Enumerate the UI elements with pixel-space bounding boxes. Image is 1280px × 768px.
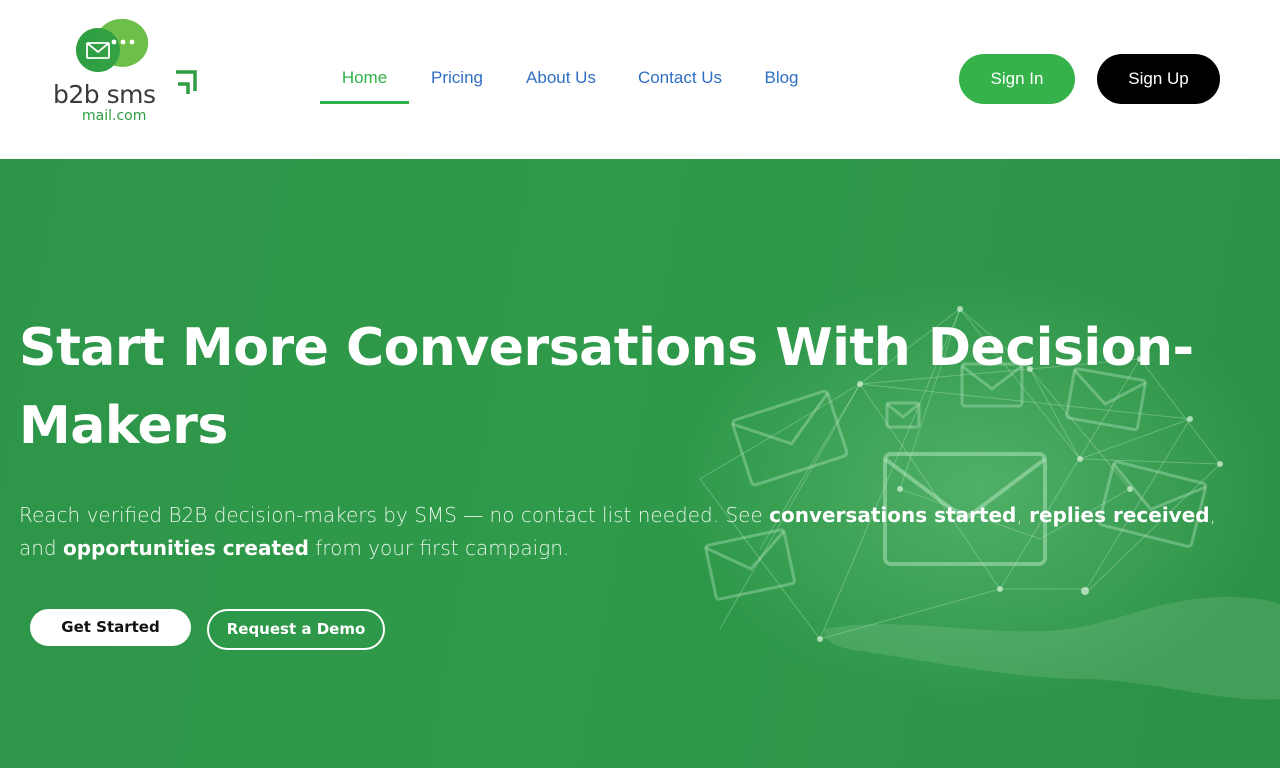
hero-desc-text: , [1016, 503, 1030, 527]
site-header: b2b sms mail.com Home Pricing About Us C… [0, 0, 1280, 159]
nav-item-contact[interactable]: Contact Us [629, 58, 731, 104]
nav-item-label: About Us [526, 68, 596, 87]
hero-highlight-conversations: conversations started [769, 503, 1017, 527]
hero-desc-text: from your first campaign. [308, 536, 570, 560]
site-logo[interactable]: b2b sms mail.com [50, 16, 210, 126]
hero-description: Reach verified B2B decision-makers by SM… [19, 499, 1239, 565]
nav-active-underline [320, 101, 409, 104]
hero-title: Start More Conversations With Decision-M… [19, 318, 1194, 456]
sign-in-button[interactable]: Sign In [959, 54, 1075, 104]
nav-item-home[interactable]: Home [320, 58, 409, 104]
nav-item-blog[interactable]: Blog [755, 58, 808, 104]
logo-text: b2b sms [53, 80, 156, 109]
logo-subtext: mail.com [82, 108, 147, 124]
sign-up-button[interactable]: Sign Up [1097, 54, 1220, 104]
nav-item-about[interactable]: About Us [516, 58, 606, 104]
nav-item-pricing[interactable]: Pricing [421, 58, 493, 104]
hero-highlight-opportunities: opportunities created [62, 536, 309, 560]
hero-desc-text: Reach verified B2B decision-makers by SM… [19, 503, 770, 527]
hero-highlight-replies: replies received [1029, 503, 1210, 527]
nav-item-label: Blog [764, 68, 799, 87]
nav-item-label: Home [341, 68, 388, 87]
nav-item-label: Contact Us [637, 68, 723, 87]
nav-item-label: Pricing [431, 68, 483, 87]
request-demo-button[interactable]: Request a Demo [207, 609, 385, 650]
hero-section: Start More Conversations With Decision-M… [0, 159, 1280, 768]
get-started-button[interactable]: Get Started [30, 609, 191, 646]
